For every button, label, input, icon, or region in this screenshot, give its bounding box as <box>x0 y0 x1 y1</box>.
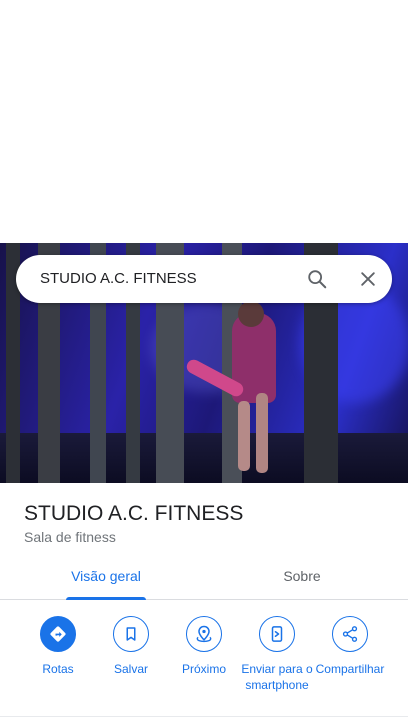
search-icon <box>308 270 327 289</box>
search-input[interactable]: STUDIO A.C. FITNESS <box>40 255 197 303</box>
divider <box>0 716 408 717</box>
place-tabs: Visão geral Sobre <box>0 556 408 600</box>
map-area-blank <box>0 0 408 243</box>
photo-floor <box>0 433 408 483</box>
nearby-circle <box>186 616 222 652</box>
nearby-icon <box>196 625 212 643</box>
bookmark-icon <box>126 627 136 641</box>
tab-label: Visão geral <box>71 568 141 584</box>
tab-label: Sobre <box>283 568 321 584</box>
send-to-phone-circle <box>259 616 295 652</box>
action-bar: Rotas Salvar Próximo Enviar para o smart… <box>0 614 408 714</box>
photo-person-leg <box>238 401 250 471</box>
tab-selected-indicator <box>66 597 146 600</box>
directions-icon <box>50 626 66 642</box>
action-label: Enviar para o smartphone <box>241 662 313 692</box>
send-to-phone-icon <box>271 626 283 642</box>
photo-person-leg <box>256 393 268 473</box>
save-button[interactable]: Salvar <box>92 614 170 677</box>
action-label: Próximo <box>181 662 226 676</box>
place-title: STUDIO A.C. FITNESS <box>24 502 244 525</box>
tab-about[interactable]: Sobre <box>262 556 342 600</box>
nearby-button[interactable]: Próximo <box>165 614 243 677</box>
search-button[interactable] <box>302 264 332 294</box>
share-circle <box>332 616 368 652</box>
tab-overview[interactable]: Visão geral <box>60 556 152 600</box>
send-to-phone-button[interactable]: Enviar para o smartphone <box>238 614 316 693</box>
save-circle <box>113 616 149 652</box>
photo-person-head <box>238 301 264 327</box>
close-button[interactable] <box>353 264 383 294</box>
directions-circle <box>40 616 76 652</box>
action-label: Salvar <box>113 662 148 676</box>
close-icon <box>361 272 375 286</box>
place-category[interactable]: Sala de fitness <box>24 529 116 545</box>
directions-button[interactable]: Rotas <box>19 614 97 677</box>
share-icon <box>342 626 358 642</box>
share-button[interactable]: Compartilhar <box>311 614 389 677</box>
action-label: Rotas <box>42 662 74 676</box>
action-label: Compartilhar <box>315 662 385 676</box>
search-bar[interactable]: STUDIO A.C. FITNESS <box>16 255 392 303</box>
